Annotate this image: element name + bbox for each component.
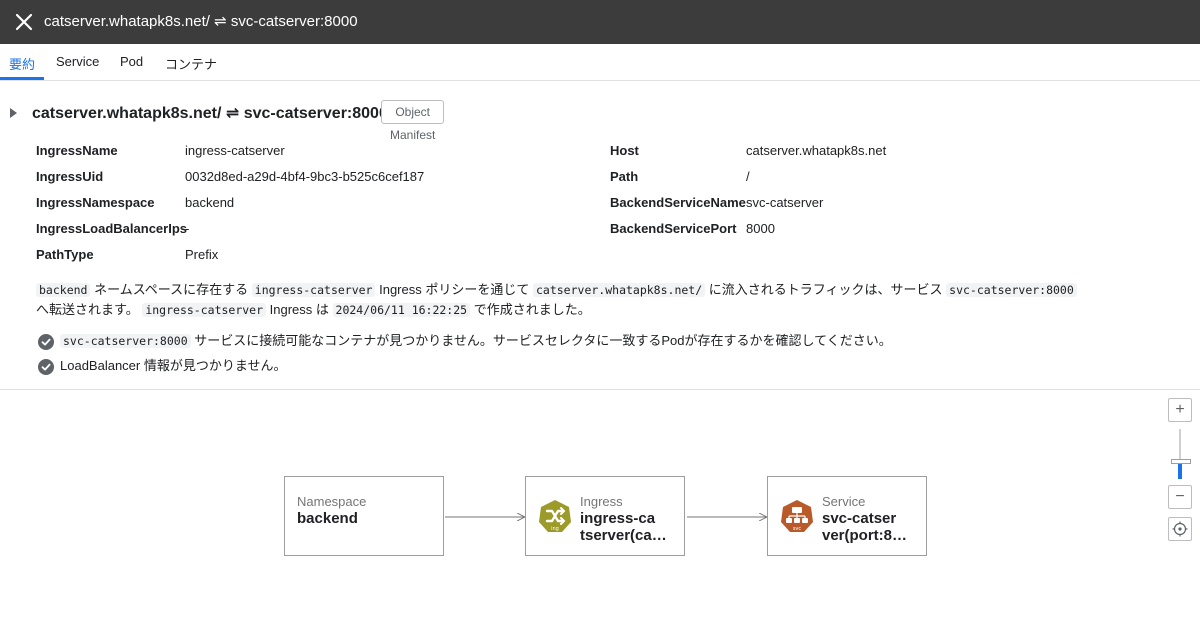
code-namespace: backend <box>36 283 91 297</box>
section-title: catserver.whatapk8s.net/ ⇌ svc-catserver… <box>32 105 388 122</box>
active-tab-indicator <box>0 77 44 80</box>
tab-container[interactable]: コンテナ <box>165 54 217 73</box>
field-row: PathType Prefix <box>36 247 218 262</box>
field-value: / <box>746 169 750 184</box>
field-row: IngressLoadBalancerIps - <box>36 221 190 236</box>
ingress-icon-label: ing <box>551 526 559 532</box>
recenter-button[interactable] <box>1168 517 1192 541</box>
field-key: IngressNamespace <box>36 195 155 210</box>
field-value: Prefix <box>185 247 219 262</box>
node-name-line: tserver(ca… <box>580 527 667 544</box>
check-text: サービスに接続可能なコンテナが見つかりません。サービスセレクタに一致するPodが… <box>194 333 892 348</box>
node-name-line: svc-catser <box>822 510 897 527</box>
tab-summary[interactable]: 要約 <box>9 54 35 73</box>
field-row: IngressName ingress-catserver <box>36 143 285 158</box>
title-bar: catserver.whatapk8s.net/ ⇌ svc-catserver… <box>0 0 1200 44</box>
zoom-slider-handle[interactable] <box>1171 459 1191 464</box>
check-text: LoadBalancer 情報が見つかりません。 <box>60 358 287 373</box>
tab-bar: 要約 Service Pod コンテナ <box>0 44 1200 81</box>
text-segment: Ingress ポリシーを通じて <box>379 282 530 297</box>
field-value: 0032d8ed-a29d-4bf4-9bc3-b525c6cef187 <box>185 169 425 184</box>
field-value: svc-catserver <box>746 195 824 210</box>
field-row: Host catserver.whatapk8s.net <box>610 143 886 158</box>
field-value: backend <box>185 195 235 210</box>
code-ingress: ingress-catserver <box>251 283 376 297</box>
service-icon-label: svc <box>793 526 802 532</box>
description-text: backend ネームスペースに存在する ingress-catserver I… <box>36 280 1116 320</box>
node-type: Service <box>822 494 866 509</box>
graph-node-namespace[interactable]: Namespace backend <box>284 476 444 556</box>
field-value: 8000 <box>746 221 775 236</box>
field-key: Host <box>610 143 639 158</box>
field-key: IngressUid <box>36 169 104 184</box>
field-key: BackendServicePort <box>610 221 737 236</box>
field-key: IngressLoadBalancerIps <box>36 221 187 236</box>
text-segment: へ転送されます。 <box>36 302 139 317</box>
field-value: ingress-catserver <box>185 143 285 158</box>
node-type: Ingress <box>580 494 623 509</box>
crosshair-icon <box>1172 521 1188 537</box>
field-row: IngressNamespace backend <box>36 195 234 210</box>
field-key: PathType <box>36 247 94 262</box>
field-key: Path <box>610 169 639 184</box>
check-circle-icon <box>38 358 54 375</box>
node-name-line: ver(port:8… <box>822 527 908 544</box>
node-name-line: ingress-ca <box>580 510 656 527</box>
zoom-out-button[interactable]: − <box>1168 485 1192 509</box>
window-title: catserver.whatapk8s.net/ ⇌ svc-catserver… <box>44 13 358 30</box>
field-value: catserver.whatapk8s.net <box>746 143 887 158</box>
topology-graph: Namespace backend ing Ingress ingress-ca… <box>0 390 1200 625</box>
check-item: LoadBalancer 情報が見つかりません。 <box>38 355 286 375</box>
code-date: 2024/06/11 16:22:25 <box>332 303 471 317</box>
field-row: BackendServicePort 8000 <box>610 221 775 236</box>
field-key: IngressName <box>36 143 118 158</box>
code-host: catserver.whatapk8s.net/ <box>532 283 706 297</box>
code-ingress: ingress-catserver <box>142 303 267 317</box>
tab-service[interactable]: Service <box>56 54 99 69</box>
check-circle-icon <box>38 333 54 350</box>
service-icon: svc <box>781 500 813 532</box>
graph-node-service[interactable]: svc Service svc-catser ver(port:8… <box>767 476 927 556</box>
field-key: BackendServiceName <box>610 195 746 210</box>
node-type: Namespace <box>297 494 367 509</box>
close-icon[interactable] <box>12 10 36 34</box>
text-segment: ネームスペースに存在する <box>94 282 249 297</box>
field-row: BackendServiceName svc-catserver <box>610 195 823 210</box>
code-service: svc-catserver:8000 <box>946 283 1077 297</box>
expand-caret-icon[interactable] <box>10 108 17 118</box>
field-row: IngressUid 0032d8ed-a29d-4bf4-9bc3-b525c… <box>36 169 424 184</box>
node-name: ingress-ca tserver(ca… <box>580 510 667 544</box>
check-item: svc-catserver:8000 サービスに接続可能なコンテナが見つかりませ… <box>38 330 892 350</box>
code-service: svc-catserver:8000 <box>60 334 191 348</box>
text-segment: Ingress は <box>269 302 329 317</box>
text-segment: に流入されるトラフィックは、サービス <box>708 282 943 297</box>
graph-node-ingress[interactable]: ing Ingress ingress-ca tserver(ca… <box>525 476 685 556</box>
node-name: svc-catser ver(port:8… <box>822 510 907 544</box>
object-manifest-button[interactable]: Object Manifest <box>381 100 445 142</box>
text-segment: で作成されました。 <box>473 302 591 317</box>
field-row: Path / <box>610 169 750 184</box>
field-value: - <box>185 221 190 236</box>
tab-pod[interactable]: Pod <box>120 54 143 69</box>
ingress-icon: ing <box>539 500 571 532</box>
node-name: backend <box>297 510 358 527</box>
zoom-in-button[interactable]: + <box>1168 398 1192 422</box>
